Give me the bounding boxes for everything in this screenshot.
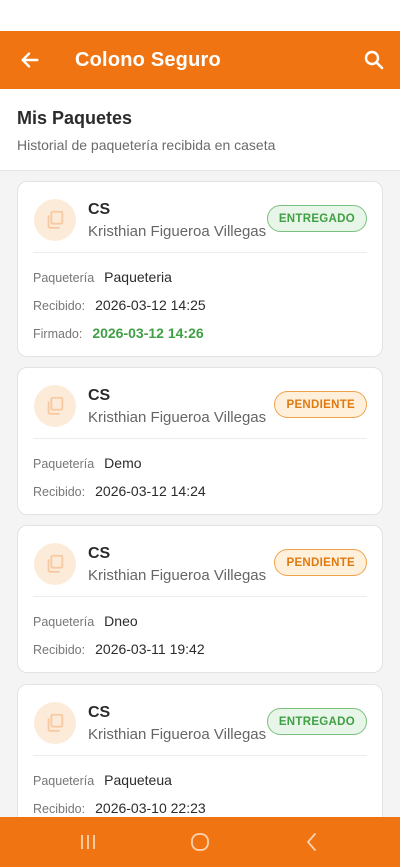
status-badge: ENTREGADO — [266, 205, 367, 232]
app-title: Colono Seguro — [75, 48, 221, 71]
package-avatar — [34, 543, 76, 585]
app-bar: Colono Seguro — [0, 31, 400, 89]
package-icon — [47, 210, 64, 229]
courier-row: Paquetería Dneo — [33, 613, 138, 629]
resident-code: CS — [88, 201, 111, 218]
arrow-left-icon — [21, 52, 39, 68]
received-row: Recibido: 2026-03-11 19:42 — [33, 641, 205, 657]
status-badge: PENDIENTE — [274, 391, 367, 418]
received-row: Recibido: 2026-03-10 22:23 — [33, 800, 206, 816]
courier-value: Demo — [104, 455, 142, 471]
home-icon — [191, 833, 209, 851]
package-avatar — [34, 385, 76, 427]
courier-value: Paqueteua — [104, 772, 172, 788]
divider — [33, 596, 367, 597]
received-label: Recibido: — [33, 802, 86, 816]
divider — [33, 252, 367, 253]
courier-row: Paquetería Paqueteria — [33, 269, 172, 285]
resident-code: CS — [88, 387, 111, 404]
courier-value: Paqueteria — [104, 269, 172, 285]
package-icon — [47, 554, 64, 573]
signed-value: 2026-03-12 14:26 — [92, 325, 204, 341]
page-title: Mis Paquetes — [17, 108, 133, 128]
recents-button[interactable] — [76, 830, 100, 854]
received-row: Recibido: 2026-03-12 14:25 — [33, 297, 206, 313]
divider — [33, 438, 367, 439]
status-badge: ENTREGADO — [266, 708, 367, 735]
status-bar — [0, 0, 400, 31]
resident-name: Kristhian Figueroa Villegas — [88, 409, 267, 426]
received-label: Recibido: — [33, 643, 86, 657]
courier-label: Paquetería — [33, 271, 95, 285]
courier-row: Paquetería Demo — [33, 455, 142, 471]
courier-value: Dneo — [104, 613, 138, 629]
courier-label: Paquetería — [33, 774, 95, 788]
received-label: Recibido: — [33, 299, 86, 313]
system-nav-bar — [0, 817, 400, 867]
courier-label: Paquetería — [33, 615, 95, 629]
home-button[interactable] — [188, 830, 212, 854]
search-icon — [364, 50, 384, 70]
package-icon — [47, 396, 64, 415]
received-label: Recibido: — [33, 485, 86, 499]
package-avatar — [34, 199, 76, 241]
received-value: 2026-03-11 19:42 — [95, 641, 205, 657]
signed-label: Firmado: — [33, 327, 83, 341]
recents-icon — [81, 835, 95, 849]
courier-row: Paquetería Paqueteua — [33, 772, 172, 788]
nav-back-button[interactable] — [300, 830, 324, 854]
courier-label: Paquetería — [33, 457, 95, 471]
signed-row: Firmado: 2026-03-12 14:26 — [33, 325, 204, 341]
package-card[interactable]: CS Kristhian Figueroa Villegas ENTREGADO… — [17, 181, 383, 357]
search-button[interactable] — [362, 48, 386, 72]
package-avatar — [34, 702, 76, 744]
resident-name: Kristhian Figueroa Villegas — [88, 567, 267, 584]
page-subtitle: Historial de paquetería recibida en case… — [17, 137, 276, 153]
resident-name: Kristhian Figueroa Villegas — [88, 223, 267, 240]
nav-back-icon — [307, 833, 316, 851]
status-badge: PENDIENTE — [274, 549, 367, 576]
received-value: 2026-03-12 14:25 — [95, 297, 206, 313]
resident-name: Kristhian Figueroa Villegas — [88, 726, 267, 743]
package-card[interactable]: CS Kristhian Figueroa Villegas PENDIENTE… — [17, 367, 383, 515]
received-value: 2026-03-12 14:24 — [95, 483, 206, 499]
resident-code: CS — [88, 704, 111, 721]
received-row: Recibido: 2026-03-12 14:24 — [33, 483, 206, 499]
package-icon — [47, 713, 64, 732]
divider — [33, 755, 367, 756]
back-button[interactable] — [0, 31, 60, 89]
package-card[interactable]: CS Kristhian Figueroa Villegas ENTREGADO… — [17, 684, 383, 832]
resident-code: CS — [88, 545, 111, 562]
package-card[interactable]: CS Kristhian Figueroa Villegas PENDIENTE… — [17, 525, 383, 673]
page-header: Mis Paquetes Historial de paquetería rec… — [0, 89, 400, 171]
received-value: 2026-03-10 22:23 — [95, 800, 206, 816]
